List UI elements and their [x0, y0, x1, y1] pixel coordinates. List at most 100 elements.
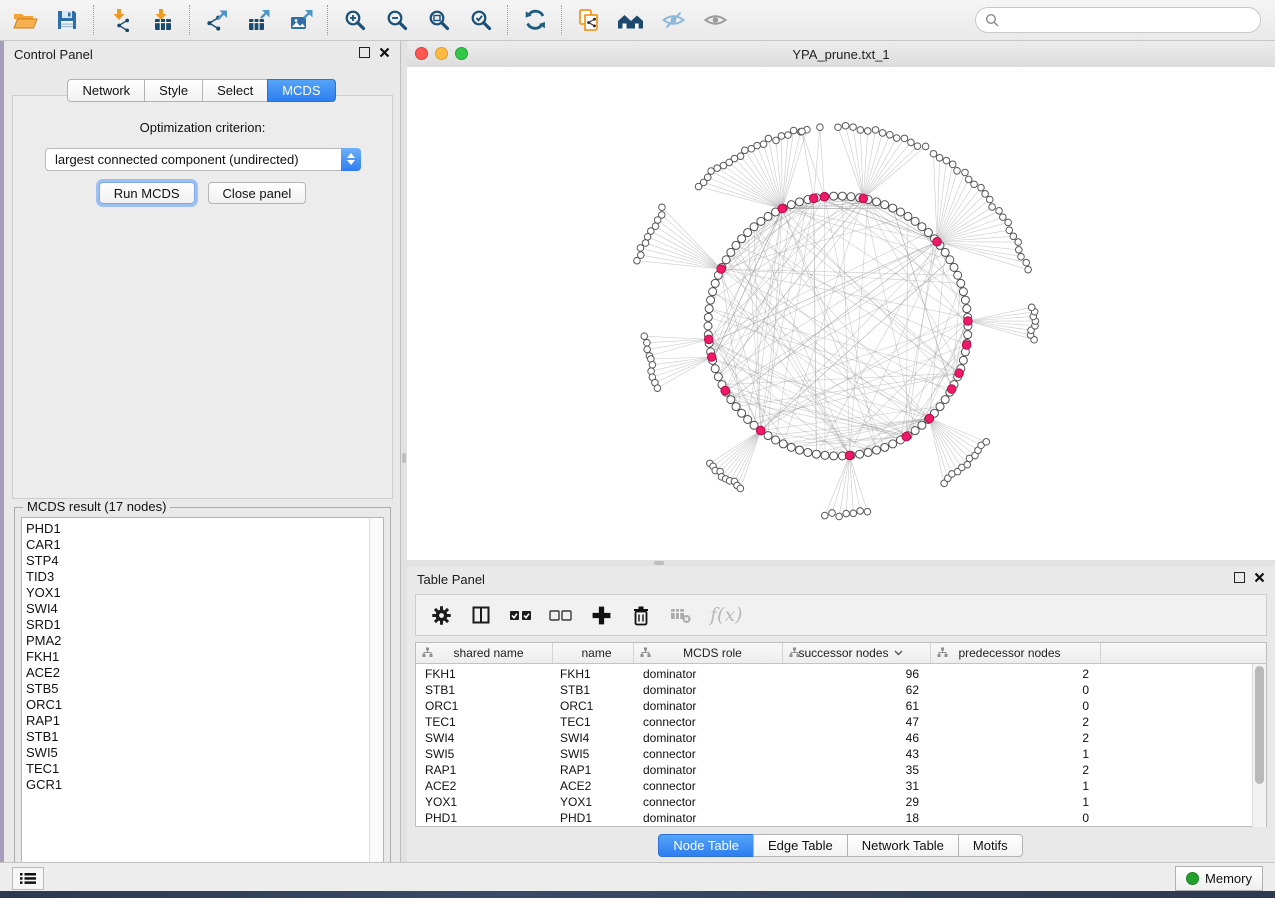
mcds-hub-node[interactable] [809, 194, 818, 203]
network-node[interactable] [950, 263, 958, 271]
network-node[interactable] [954, 271, 962, 279]
maximize-window-icon[interactable] [455, 47, 468, 60]
mcds-result-item[interactable]: RAP1 [22, 713, 383, 729]
network-node[interactable] [918, 223, 926, 231]
mcds-result-item[interactable]: SWI4 [22, 601, 383, 617]
network-node[interactable] [999, 214, 1006, 221]
network-node[interactable] [963, 305, 971, 313]
network-node[interactable] [856, 450, 864, 458]
network-node[interactable] [744, 229, 752, 237]
table-cell[interactable]: ORC1 [553, 699, 634, 713]
network-node[interactable] [922, 143, 929, 150]
mcds-hub-node[interactable] [721, 386, 730, 395]
network-node[interactable] [705, 305, 713, 313]
mcds-result-item[interactable]: STB1 [22, 729, 383, 745]
network-node[interactable] [764, 432, 772, 440]
close-panel-icon[interactable] [379, 47, 390, 58]
network-node[interactable] [764, 212, 772, 220]
network-node[interactable] [965, 176, 972, 183]
network-node[interactable] [711, 279, 719, 287]
mcds-hub-node[interactable] [704, 335, 713, 344]
table-cell[interactable]: ORC1 [416, 699, 553, 713]
column-header-successor-nodes[interactable]: successor nodes [783, 643, 931, 663]
optimization-criterion-select[interactable]: largest connected component (undirected) [45, 148, 361, 171]
list-scrollbar[interactable] [369, 518, 383, 872]
table-cell[interactable]: 46 [783, 731, 931, 745]
network-node[interactable] [707, 296, 715, 304]
network-node[interactable] [773, 137, 780, 144]
network-node[interactable] [964, 461, 971, 468]
mcds-result-item[interactable]: TEC1 [22, 761, 383, 777]
table-settings-button[interactable] [428, 602, 454, 628]
network-node[interactable] [889, 440, 897, 448]
function-builder-button[interactable]: f(x) [710, 604, 743, 626]
network-node[interactable] [795, 446, 803, 454]
network-node[interactable] [737, 153, 744, 160]
mcds-hub-node[interactable] [820, 192, 829, 201]
network-node[interactable] [804, 448, 812, 456]
table-cell[interactable]: TEC1 [553, 715, 634, 729]
network-node[interactable] [864, 508, 871, 515]
table-row[interactable]: STB1STB1dominator620 [416, 682, 1266, 698]
mcds-result-item[interactable]: SWI5 [22, 745, 383, 761]
network-node[interactable] [659, 204, 666, 211]
network-node[interactable] [779, 440, 787, 448]
table-cell[interactable]: SWI4 [553, 731, 634, 745]
column-header-predecessor-nodes[interactable]: predecessor nodes [931, 643, 1101, 663]
network-node[interactable] [936, 403, 944, 411]
table-cell[interactable]: dominator [634, 667, 783, 681]
table-cell[interactable]: 96 [783, 667, 931, 681]
network-node[interactable] [654, 217, 661, 224]
network-node[interactable] [896, 208, 904, 216]
mcds-hub-node[interactable] [707, 353, 716, 362]
network-node[interactable] [830, 452, 838, 460]
network-node[interactable] [946, 256, 954, 264]
mcds-hub-node[interactable] [778, 204, 787, 213]
network-node[interactable] [954, 167, 961, 174]
network-node[interactable] [914, 143, 921, 150]
network-node[interactable] [881, 443, 889, 451]
run-mcds-button[interactable]: Run MCDS [99, 182, 195, 204]
network-node[interactable] [727, 396, 735, 404]
first-neighbors-button[interactable] [610, 2, 652, 38]
network-node[interactable] [711, 365, 719, 373]
network-node[interactable] [1015, 247, 1022, 254]
network-node[interactable] [941, 396, 949, 404]
network-node[interactable] [765, 135, 772, 142]
network-node[interactable] [893, 135, 900, 142]
network-node[interactable] [757, 217, 765, 225]
table-cell[interactable]: 2 [931, 763, 1101, 777]
mcds-hub-node[interactable] [964, 317, 973, 326]
network-node[interactable] [836, 513, 843, 520]
tab-motifs[interactable]: Motifs [958, 834, 1023, 857]
network-node[interactable] [737, 485, 744, 492]
network-node[interactable] [704, 313, 712, 321]
table-cell[interactable]: 61 [783, 699, 931, 713]
tab-node-table[interactable]: Node Table [658, 834, 754, 857]
network-node[interactable] [821, 512, 828, 519]
column-header-shared-name[interactable]: shared name [416, 643, 553, 663]
select-all-columns-button[interactable] [508, 602, 534, 628]
network-node[interactable] [957, 279, 965, 287]
memory-button[interactable]: Memory [1175, 866, 1263, 891]
show-all-button[interactable] [694, 2, 736, 38]
new-network-from-selection-button[interactable] [568, 2, 610, 38]
network-node[interactable] [642, 240, 649, 247]
network-node[interactable] [829, 510, 836, 517]
network-node[interactable] [964, 331, 972, 339]
network-node[interactable] [857, 127, 864, 134]
network-node[interactable] [1018, 253, 1025, 260]
export-network-button[interactable] [196, 2, 238, 38]
mcds-hub-node[interactable] [902, 432, 911, 441]
import-table-button[interactable] [142, 2, 184, 38]
open-file-button[interactable] [4, 2, 46, 38]
delete-table-button[interactable] [668, 602, 694, 628]
table-row[interactable]: RAP1RAP1dominator352 [416, 762, 1266, 778]
table-cell[interactable]: STB1 [553, 683, 634, 697]
network-node[interactable] [864, 128, 871, 135]
table-cell[interactable]: 0 [931, 699, 1101, 713]
network-node[interactable] [634, 257, 641, 264]
save-session-button[interactable] [46, 2, 88, 38]
table-cell[interactable]: STB1 [416, 683, 553, 697]
table-cell[interactable]: PHD1 [553, 811, 634, 825]
